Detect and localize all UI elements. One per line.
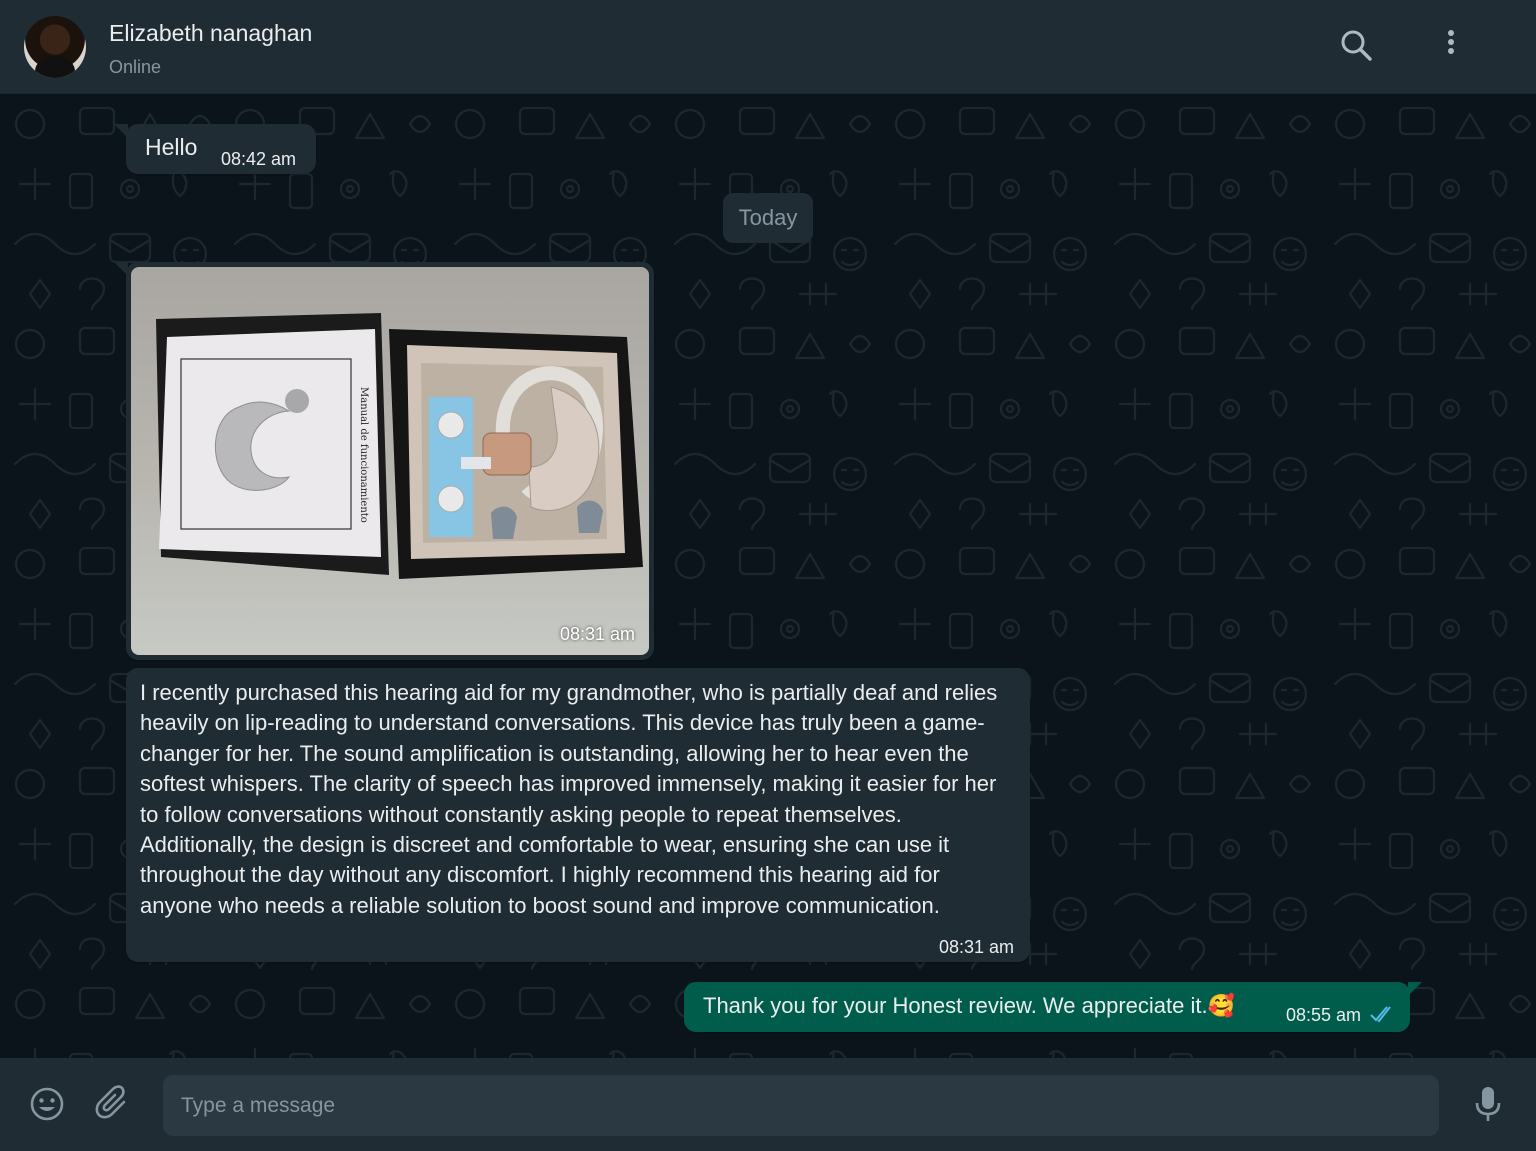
message-photo[interactable]: Manual de funcionamiento 08:31 am [131, 267, 649, 655]
read-receipt-icon [1370, 1006, 1391, 1023]
chat-header: Elizabeth nanaghan Online [0, 0, 1536, 94]
date-divider: Today [723, 193, 813, 243]
menu-icon[interactable] [1431, 26, 1471, 66]
message-time: 08:42 am [221, 149, 297, 169]
message-bubble-incoming[interactable]: Hello 08:42 am [114, 124, 316, 174]
message-input[interactable] [163, 1075, 1439, 1136]
mic-icon[interactable] [1468, 1084, 1508, 1124]
contact-status: Online [109, 57, 162, 77]
message-text: Hello [145, 134, 198, 160]
contact-name[interactable]: Elizabeth nanaghan [109, 20, 312, 47]
message-text: Thank you for your Honest review. We app… [703, 993, 1236, 1018]
emoji-icon[interactable] [27, 1084, 67, 1124]
message-time: 08:31 am [938, 937, 1014, 957]
image-message[interactable]: Manual de funcionamiento 08:31 am [114, 262, 654, 660]
message-bubble-incoming[interactable]: I recently purchased this hearing aid fo… [126, 668, 1030, 962]
contact-avatar[interactable] [24, 16, 86, 78]
message-time: 08:31 am [559, 624, 635, 644]
attach-icon[interactable] [94, 1084, 134, 1124]
message-time: 08:55 am [1286, 1005, 1362, 1025]
photo-manual-text: Manual de funcionamiento [358, 387, 369, 523]
hearing-aid-photo: Manual de funcionamiento [156, 313, 643, 579]
search-icon[interactable] [1337, 26, 1377, 66]
message-bubble-outgoing[interactable]: Thank you for your Honest review. We app… [684, 982, 1422, 1032]
message-text: I recently purchased this hearing aid fo… [140, 680, 998, 918]
